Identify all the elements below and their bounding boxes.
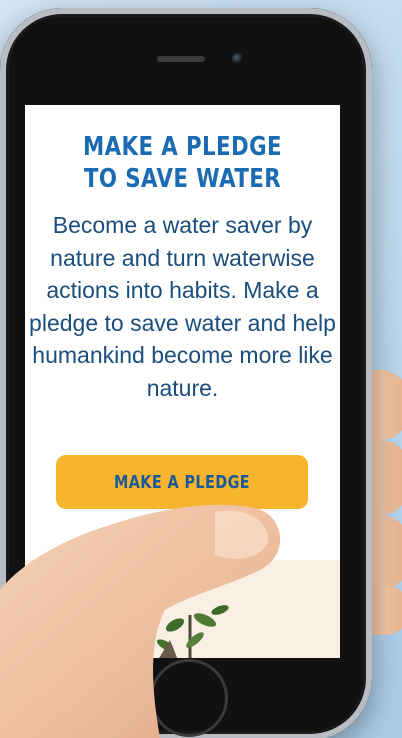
speaker-grille <box>157 56 205 62</box>
thumb-image <box>0 504 281 738</box>
front-camera <box>232 53 243 64</box>
description-text: Become a water saver by nature and turn … <box>29 212 336 401</box>
page-title: MAKE A PLEDGE TO SAVE WATER <box>82 132 283 194</box>
